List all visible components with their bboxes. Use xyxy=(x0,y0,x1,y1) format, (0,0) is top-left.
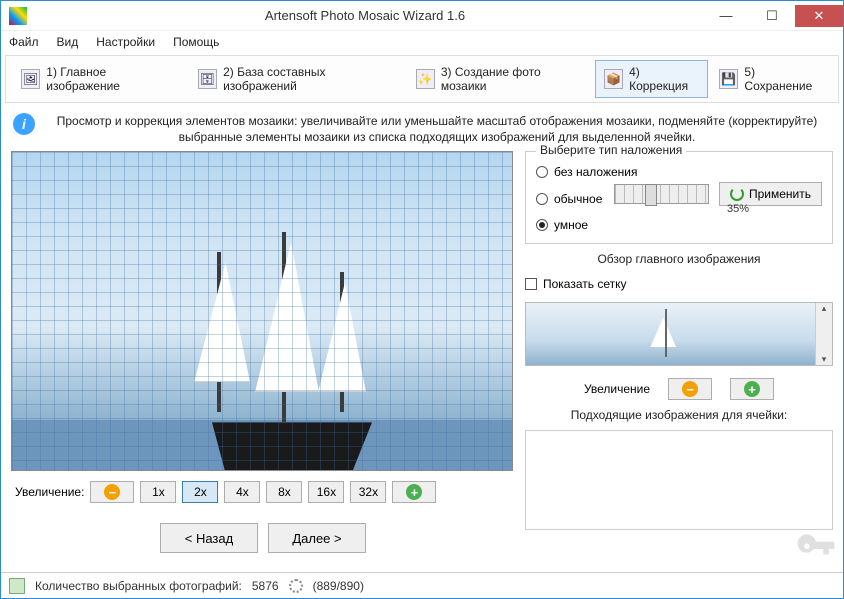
preview-zoom-label: Увеличение xyxy=(584,382,650,396)
overlay-legend: Выберите тип наложения xyxy=(536,143,686,157)
window-title: Artensoft Photo Mosaic Wizard 1.6 xyxy=(27,8,703,23)
step-label: 3) Создание фото мозаики xyxy=(441,65,584,93)
step-label: 1) Главное изображение xyxy=(46,65,178,93)
mosaic-preview[interactable] xyxy=(11,151,513,471)
step-create-mosaic[interactable]: ✨ 3) Создание фото мозаики xyxy=(407,60,593,98)
menu-settings[interactable]: Настройки xyxy=(96,35,155,49)
back-button[interactable]: < Назад xyxy=(160,523,258,553)
slider-percent: 35% xyxy=(654,203,822,215)
radio-none-row[interactable]: без наложения xyxy=(536,165,822,179)
status-bar: Количество выбранных фотографий: 5876 (8… xyxy=(1,572,843,598)
step-bar: 🖼 1) Главное изображение 🗄 2) База соста… xyxy=(5,55,839,103)
info-line1: Просмотр и коррекция элементов мозаики: … xyxy=(57,114,818,128)
step-save[interactable]: 💾 5) Сохранение xyxy=(710,60,832,98)
slider-thumb[interactable] xyxy=(645,184,657,206)
zoom-2x[interactable]: 2x xyxy=(182,481,218,503)
menu-bar: Файл Вид Настройки Помощь xyxy=(1,31,843,53)
save-icon: 💾 xyxy=(719,69,738,89)
info-text: Просмотр и коррекция элементов мозаики: … xyxy=(43,113,831,145)
zoom-in-button[interactable]: + xyxy=(392,481,436,503)
zoom-8x[interactable]: 8x xyxy=(266,481,302,503)
showgrid-checkbox[interactable] xyxy=(525,278,537,290)
box-icon: 📦 xyxy=(604,69,623,89)
zoom-4x[interactable]: 4x xyxy=(224,481,260,503)
right-column: Выберите тип наложения без наложения обы… xyxy=(525,151,833,572)
radio-smart-label: умное xyxy=(554,218,588,232)
app-icon xyxy=(9,7,27,25)
wand-icon: ✨ xyxy=(416,69,435,89)
step-label: 5) Сохранение xyxy=(744,65,823,93)
info-icon: i xyxy=(13,113,35,135)
maximize-button[interactable]: ☐ xyxy=(749,5,795,27)
mosaic-grid xyxy=(12,152,512,470)
zoom-out-button[interactable]: − xyxy=(90,481,134,503)
step-tiles-db[interactable]: 🗄 2) База составных изображений xyxy=(189,60,405,98)
preview-zoom-row: Увеличение − + xyxy=(525,374,833,400)
image-icon: 🖼 xyxy=(21,69,40,89)
minimize-button[interactable]: — xyxy=(703,5,749,27)
radio-none-label: без наложения xyxy=(554,165,638,179)
suitable-title: Подходящие изображения для ячейки: xyxy=(525,408,833,422)
overview-thumbnail[interactable]: ▴▾ xyxy=(525,302,833,366)
status-count-label: Количество выбранных фотографий: xyxy=(35,579,242,593)
step-label: 4) Коррекция xyxy=(629,65,699,93)
titlebar: Artensoft Photo Mosaic Wizard 1.6 — ☐ ✕ xyxy=(1,1,843,31)
radio-smart-row[interactable]: умное xyxy=(536,218,822,232)
apply-label: Применить xyxy=(749,187,811,201)
menu-view[interactable]: Вид xyxy=(57,35,79,49)
content: Увеличение: − 1x 2x 4x 8x 16x 32x + < На… xyxy=(7,151,837,572)
thumbnail-image xyxy=(526,303,815,365)
spinner-icon xyxy=(289,579,303,593)
left-column: Увеличение: − 1x 2x 4x 8x 16x 32x + < На… xyxy=(11,151,515,572)
suitable-images-box[interactable] xyxy=(525,430,833,530)
status-count-value: 5876 xyxy=(252,579,279,593)
zoom-row: Увеличение: − 1x 2x 4x 8x 16x 32x + xyxy=(11,471,515,513)
thumbnail-scrollbar[interactable]: ▴▾ xyxy=(815,303,832,365)
status-progress: (889/890) xyxy=(313,579,364,593)
key-watermark-icon xyxy=(794,527,838,571)
nav-row: < Назад Далее > xyxy=(11,513,515,567)
radio-smart[interactable] xyxy=(536,219,548,231)
preview-title: Обзор главного изображения xyxy=(525,252,833,266)
next-button[interactable]: Далее > xyxy=(268,523,366,553)
radio-normal[interactable] xyxy=(536,193,548,205)
photos-icon xyxy=(9,578,25,594)
radio-none[interactable] xyxy=(536,166,548,178)
showgrid-row[interactable]: Показать сетку xyxy=(525,277,833,291)
zoom-label: Увеличение: xyxy=(15,485,84,499)
window-buttons: — ☐ ✕ xyxy=(703,5,843,27)
preview-zoom-out[interactable]: − xyxy=(668,378,712,400)
overlay-slider[interactable] xyxy=(614,184,709,204)
refresh-icon xyxy=(730,187,744,201)
database-icon: 🗄 xyxy=(198,69,217,89)
info-bar: i Просмотр и коррекция элементов мозаики… xyxy=(7,109,837,151)
step-main-image[interactable]: 🖼 1) Главное изображение xyxy=(12,60,187,98)
close-button[interactable]: ✕ xyxy=(795,5,843,27)
overlay-group: Выберите тип наложения без наложения обы… xyxy=(525,151,833,244)
main-area: i Просмотр и коррекция элементов мозаики… xyxy=(1,105,843,572)
radio-normal-row[interactable]: обычное xyxy=(536,192,614,206)
menu-file[interactable]: Файл xyxy=(9,35,39,49)
zoom-16x[interactable]: 16x xyxy=(308,481,344,503)
step-correction[interactable]: 📦 4) Коррекция xyxy=(595,60,708,98)
zoom-1x[interactable]: 1x xyxy=(140,481,176,503)
preview-zoom-in[interactable]: + xyxy=(730,378,774,400)
zoom-32x[interactable]: 32x xyxy=(350,481,386,503)
info-line2: выбранные элементы мозаики из списка под… xyxy=(179,130,696,144)
menu-help[interactable]: Помощь xyxy=(173,35,219,49)
step-label: 2) База составных изображений xyxy=(223,65,395,93)
showgrid-label: Показать сетку xyxy=(543,277,627,291)
radio-normal-label: обычное xyxy=(554,192,602,206)
